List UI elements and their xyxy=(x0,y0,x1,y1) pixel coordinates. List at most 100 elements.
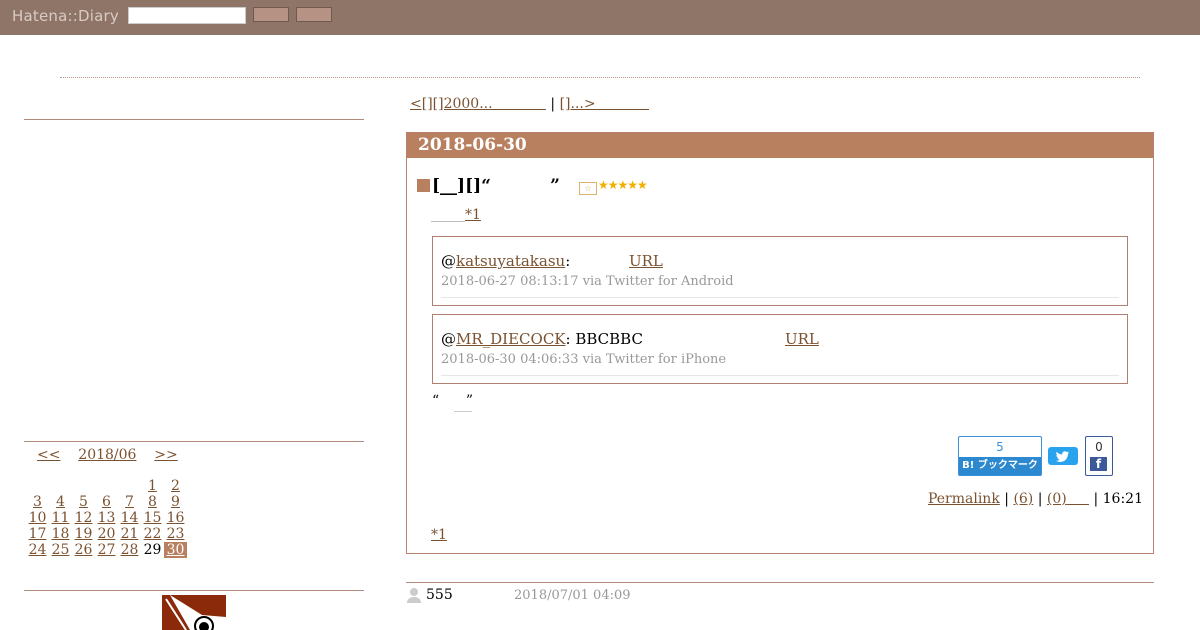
calendar-day: 23 xyxy=(164,526,187,542)
day-header: 2018-06-30 xyxy=(407,133,1153,158)
facebook-icon: f xyxy=(1090,457,1107,471)
site-logo[interactable]: Hatena::Diary xyxy=(12,7,119,25)
sidebar-divider-top xyxy=(24,119,364,120)
calendar-header: << 2018/06 >> xyxy=(37,447,178,463)
calendar-day-link[interactable]: 26 xyxy=(75,542,93,558)
footnote-ref[interactable]: *1 xyxy=(465,207,481,223)
tweet-url-link[interactable]: URL xyxy=(629,252,663,270)
tweet-button[interactable] xyxy=(1048,447,1078,465)
calendar-day: 11 xyxy=(49,510,72,526)
tweet-user-link[interactable]: katsuyatakasu xyxy=(456,252,565,270)
calendar-day-link[interactable]: 30 xyxy=(167,542,185,558)
profile-image xyxy=(162,595,226,630)
calendar-day-link[interactable]: 12 xyxy=(75,510,93,526)
calendar-day: 26 xyxy=(72,542,95,558)
calendar-day-link[interactable]: 23 xyxy=(167,526,185,542)
bookmark-label: B! ブックマーク xyxy=(959,457,1041,475)
calendar-day-link[interactable]: 13 xyxy=(98,510,116,526)
calendar-day xyxy=(95,478,118,494)
tweet-meta: 2018-06-27 08:13:17 via Twitter for Andr… xyxy=(441,274,734,289)
calendar-day: 2 xyxy=(164,478,187,494)
tweet-text: @MR_DIECOCK: BBCBBC xyxy=(441,330,643,348)
search-input[interactable] xyxy=(128,7,246,24)
calendar-day-link[interactable]: 16 xyxy=(167,510,185,526)
calendar-day-link[interactable]: 6 xyxy=(102,494,111,510)
calendar-day: 28 xyxy=(118,542,141,558)
section-title-text: [__][]“ ” xyxy=(432,176,560,196)
calendar-day: 30 xyxy=(164,542,187,558)
calendar-day: 12 xyxy=(72,510,95,526)
calendar-week: 17 18 19 20 21 22 23 xyxy=(26,526,187,542)
star-add-icon[interactable]: ☆ xyxy=(579,182,597,195)
calendar-day-link[interactable]: 1 xyxy=(148,478,157,494)
hatena-stars[interactable]: ★★★★★ xyxy=(598,178,648,192)
calendar-day-link[interactable]: 4 xyxy=(56,494,65,510)
calendar-prev-link[interactable]: << xyxy=(37,447,60,463)
calendar-day-link[interactable]: 11 xyxy=(52,510,70,526)
header-divider xyxy=(60,77,1140,78)
tweet-user-link[interactable]: MR_DIECOCK xyxy=(456,330,566,348)
calendar-day-link[interactable]: 24 xyxy=(29,542,47,558)
calendar-day: 9 xyxy=(164,494,187,510)
underline-blank xyxy=(431,221,465,222)
calendar-day-link[interactable]: 10 xyxy=(29,510,47,526)
calendar-day-link[interactable]: 22 xyxy=(144,526,162,542)
sidebar-divider-bottom xyxy=(24,590,364,591)
calendar-day-link[interactable]: 25 xyxy=(52,542,70,558)
embedded-tweet: @katsuyatakasu: URL 2018-06-27 08:13:17 … xyxy=(432,236,1128,306)
share-count: 0 xyxy=(1095,440,1103,454)
calendar-month-link[interactable]: 2018/06 xyxy=(78,447,136,463)
calendar-next-link[interactable]: >> xyxy=(154,447,177,463)
calendar-day xyxy=(26,478,49,494)
footnote-link[interactable]: *1 xyxy=(431,527,447,543)
calendar-day-link[interactable]: 5 xyxy=(79,494,88,510)
comments-link[interactable]: (6) xyxy=(1013,491,1033,507)
sidebar-divider-calendar xyxy=(24,441,364,442)
section-marker-icon[interactable] xyxy=(417,179,430,192)
tweet-divider xyxy=(441,375,1119,376)
calendar-day: 27 xyxy=(95,542,118,558)
embedded-tweet: @MR_DIECOCK: BBCBBC URL 2018-06-30 04:06… xyxy=(432,314,1128,384)
hatena-bookmark-button[interactable]: 5 B! ブックマーク xyxy=(958,436,1042,476)
underline-blank xyxy=(454,411,472,412)
calendar-day-link[interactable]: 19 xyxy=(75,526,93,542)
calendar-week: 24 25 26 27 28 29 30 xyxy=(26,542,187,558)
calendar-day: 7 xyxy=(118,494,141,510)
calendar-day: 17 xyxy=(26,526,49,542)
calendar-day-link[interactable]: 21 xyxy=(121,526,139,542)
next-entry-link[interactable]: []...> xyxy=(560,96,649,112)
calendar-day: 19 xyxy=(72,526,95,542)
calendar-day-link[interactable]: 7 xyxy=(125,494,134,510)
calendar-day: 6 xyxy=(95,494,118,510)
user-avatar-icon xyxy=(407,588,421,603)
calendar-week: 10 11 12 13 14 15 16 xyxy=(26,510,187,526)
calendar-day-link[interactable]: 27 xyxy=(98,542,116,558)
calendar-day-link[interactable]: 15 xyxy=(144,510,162,526)
calendar-day-link[interactable]: 18 xyxy=(52,526,70,542)
tweet-text: @katsuyatakasu: xyxy=(441,252,647,270)
calendar-day-link[interactable]: 9 xyxy=(171,494,180,510)
comment-date: 2018/07/01 04:09 xyxy=(514,588,631,603)
trackbacks-link-blank[interactable] xyxy=(1067,491,1089,507)
search-button[interactable] xyxy=(253,7,289,22)
calendar-day-link[interactable]: 28 xyxy=(121,542,139,558)
calendar-day: 8 xyxy=(141,494,164,510)
calendar-day-link[interactable]: 2 xyxy=(171,478,180,494)
entry-footer: Permalink | (6) | (0) | 16:21 xyxy=(927,491,1143,507)
day-date[interactable]: 2018-06-30 xyxy=(418,135,527,155)
calendar-day-link[interactable]: 14 xyxy=(121,510,139,526)
secondary-button[interactable] xyxy=(296,7,332,22)
prev-entry-link[interactable]: <[][]2000... xyxy=(410,96,546,112)
tweet-url-link[interactable]: URL xyxy=(785,330,819,348)
entry-pager: <[][]2000... | []...> xyxy=(410,96,649,112)
calendar-day-link[interactable]: 17 xyxy=(29,526,47,542)
trackbacks-link[interactable]: (0) xyxy=(1047,491,1067,507)
top-bar: Hatena::Diary xyxy=(0,0,1200,35)
facebook-share-button[interactable]: 0 f xyxy=(1085,436,1113,476)
permalink-link[interactable]: Permalink xyxy=(928,491,1000,507)
calendar-day-link[interactable]: 3 xyxy=(33,494,42,510)
calendar-day-link[interactable]: 20 xyxy=(98,526,116,542)
calendar-day: 16 xyxy=(164,510,187,526)
calendar-day: 29 xyxy=(143,542,162,558)
calendar-day-link[interactable]: 8 xyxy=(148,494,157,510)
